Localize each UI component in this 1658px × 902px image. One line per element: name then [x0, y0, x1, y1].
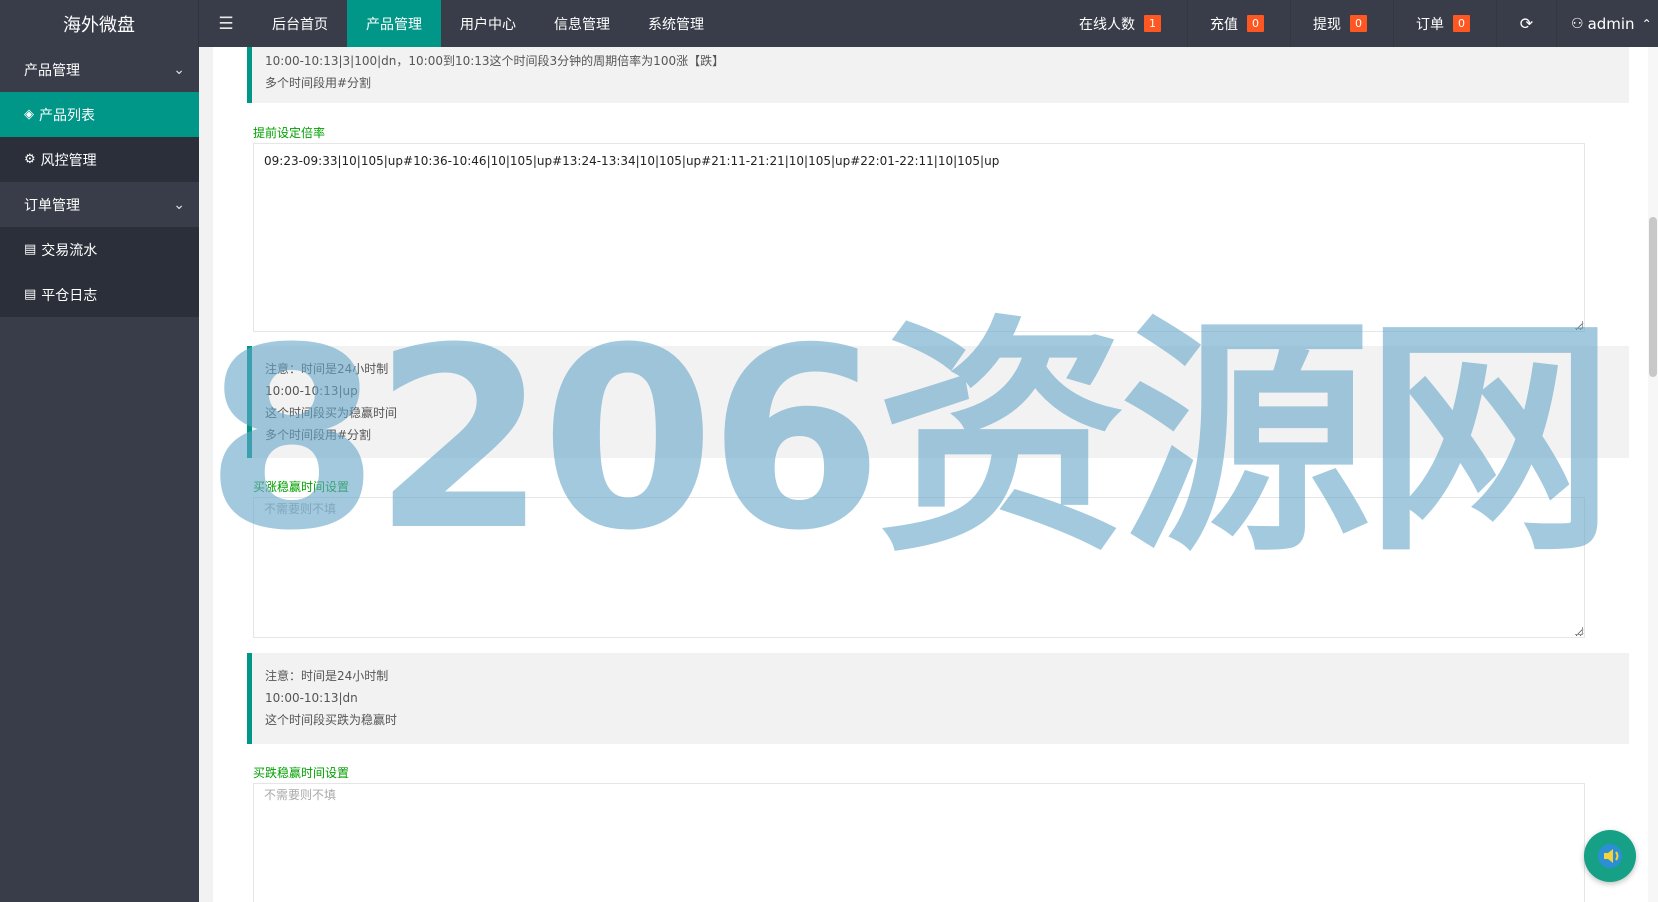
sidebar-item-label: 风控管理: [40, 152, 97, 169]
recharge-count-label: 充值: [1210, 16, 1238, 33]
withdraw-count[interactable]: 提现 0: [1290, 0, 1393, 47]
sidebar-group-label: 产品管理: [24, 62, 80, 79]
chevron-down-icon: ⌄: [173, 61, 185, 78]
user-menu[interactable]: ⚇ admin ⌃: [1556, 0, 1658, 47]
top-header: 海外微盘 ☰ 后台首页 产品管理 用户中心 信息管理 系统管理 在线人数 1 充…: [0, 0, 1658, 47]
main-content: 10:00-10:13|3|100|dn，10:00到10:13这个时间段3分钟…: [199, 47, 1658, 902]
page-scrollbar[interactable]: [1648, 47, 1658, 902]
chevron-up-icon: ⌃: [1641, 16, 1652, 31]
withdraw-count-label: 提现: [1313, 16, 1341, 33]
online-count-label: 在线人数: [1079, 16, 1135, 33]
nav-item-users[interactable]: 用户中心: [441, 0, 535, 47]
sidebar-item-product-list[interactable]: ◈ 产品列表: [0, 92, 199, 137]
sidebar: 产品管理 ⌄ ◈ 产品列表 ⚙ 风控管理 订单管理 ⌄ ▤ 交易流水 ▤ 平仓日…: [0, 47, 199, 902]
refresh-icon[interactable]: ⟳: [1496, 0, 1556, 47]
nav-item-system[interactable]: 系统管理: [629, 0, 723, 47]
nav-item-products[interactable]: 产品管理: [347, 0, 441, 47]
withdraw-count-badge: 0: [1350, 15, 1367, 32]
speaker-icon: [1598, 844, 1622, 868]
user-icon: ⚇: [1571, 15, 1584, 32]
gear-icon: ⚙: [24, 152, 36, 167]
order-count-label: 订单: [1416, 16, 1444, 33]
tip-line: 10:00-10:13|3|100|dn，10:00到10:13这个时间段3分钟…: [265, 54, 725, 68]
document-icon: ▤: [24, 242, 37, 257]
tip-quote-buy-up: 注意：时间是24小时制 10:00-10:13|up 这个时间段买为稳赢时间 多…: [247, 346, 1629, 458]
buy-down-win-label: 买跌稳赢时间设置: [253, 766, 350, 780]
sidebar-item-close-log[interactable]: ▤ 平仓日志: [0, 272, 199, 317]
sidebar-item-label: 交易流水: [41, 242, 98, 259]
recharge-count-badge: 0: [1247, 15, 1264, 32]
scrollbar-thumb[interactable]: [1649, 217, 1657, 377]
online-count-badge: 1: [1144, 15, 1161, 32]
tip-line: 注意：时间是24小时制: [265, 669, 389, 683]
nav-item-dashboard[interactable]: 后台首页: [253, 0, 347, 47]
top-nav: ☰ 后台首页 产品管理 用户中心 信息管理 系统管理: [199, 0, 1057, 47]
menu-indent-icon[interactable]: ☰: [199, 0, 253, 47]
buy-down-win-textarea[interactable]: 不需要则不填: [253, 783, 1585, 902]
document-icon: ▤: [24, 287, 37, 302]
tip-line: 这个时间段买为稳赢时间: [265, 406, 398, 420]
chevron-down-icon: ⌄: [173, 196, 185, 213]
tip-line: 注意：时间是24小时制: [265, 362, 389, 376]
tip-quote-rate: 10:00-10:13|3|100|dn，10:00到10:13这个时间段3分钟…: [247, 47, 1629, 103]
tip-line: 10:00-10:13|up: [265, 384, 358, 398]
sidebar-item-label: 产品列表: [39, 107, 95, 124]
form-panel: 10:00-10:13|3|100|dn，10:00到10:13这个时间段3分钟…: [213, 47, 1648, 902]
recharge-count[interactable]: 充值 0: [1187, 0, 1290, 47]
cube-icon: ◈: [24, 107, 34, 122]
sidebar-group-products[interactable]: 产品管理 ⌄: [0, 47, 199, 92]
order-count-badge: 0: [1453, 15, 1470, 32]
resize-handle-icon[interactable]: [1575, 627, 1583, 635]
sidebar-item-risk-control[interactable]: ⚙ 风控管理: [0, 137, 199, 182]
sidebar-sub-products: ◈ 产品列表 ⚙ 风控管理: [0, 92, 199, 182]
sidebar-group-orders[interactable]: 订单管理 ⌄: [0, 182, 199, 227]
sidebar-item-label: 平仓日志: [41, 287, 98, 304]
buy-up-win-textarea[interactable]: 不需要则不填: [253, 497, 1585, 638]
advance-rate-textarea[interactable]: 09:23-09:33|10|105|up#10:36-10:46|10|105…: [253, 143, 1585, 332]
advance-rate-label: 提前设定倍率: [253, 126, 326, 140]
tip-line: 这个时间段买跌为稳赢时: [265, 713, 398, 727]
tip-quote-buy-down: 注意：时间是24小时制 10:00-10:13|dn 这个时间段买跌为稳赢时: [247, 653, 1629, 744]
tip-line: 多个时间段用#分割: [265, 76, 372, 90]
tip-line: 10:00-10:13|dn: [265, 691, 358, 705]
tip-line: 多个时间段用#分割: [265, 428, 372, 442]
app-logo[interactable]: 海外微盘: [0, 0, 199, 47]
online-count[interactable]: 在线人数 1: [1057, 0, 1187, 47]
assistant-float-button[interactable]: [1584, 830, 1636, 882]
nav-item-info[interactable]: 信息管理: [535, 0, 629, 47]
nav-right: 在线人数 1 充值 0 提现 0 订单 0 ⟳ ⚇ admin ⌃: [1057, 0, 1658, 47]
resize-handle-icon[interactable]: [1575, 321, 1583, 329]
user-name: admin: [1587, 14, 1635, 33]
order-count[interactable]: 订单 0: [1393, 0, 1496, 47]
sidebar-sub-orders: ▤ 交易流水 ▤ 平仓日志: [0, 227, 199, 317]
sidebar-item-transactions[interactable]: ▤ 交易流水: [0, 227, 199, 272]
sidebar-group-label: 订单管理: [24, 197, 80, 214]
buy-up-win-label: 买涨稳赢时间设置: [253, 480, 350, 494]
